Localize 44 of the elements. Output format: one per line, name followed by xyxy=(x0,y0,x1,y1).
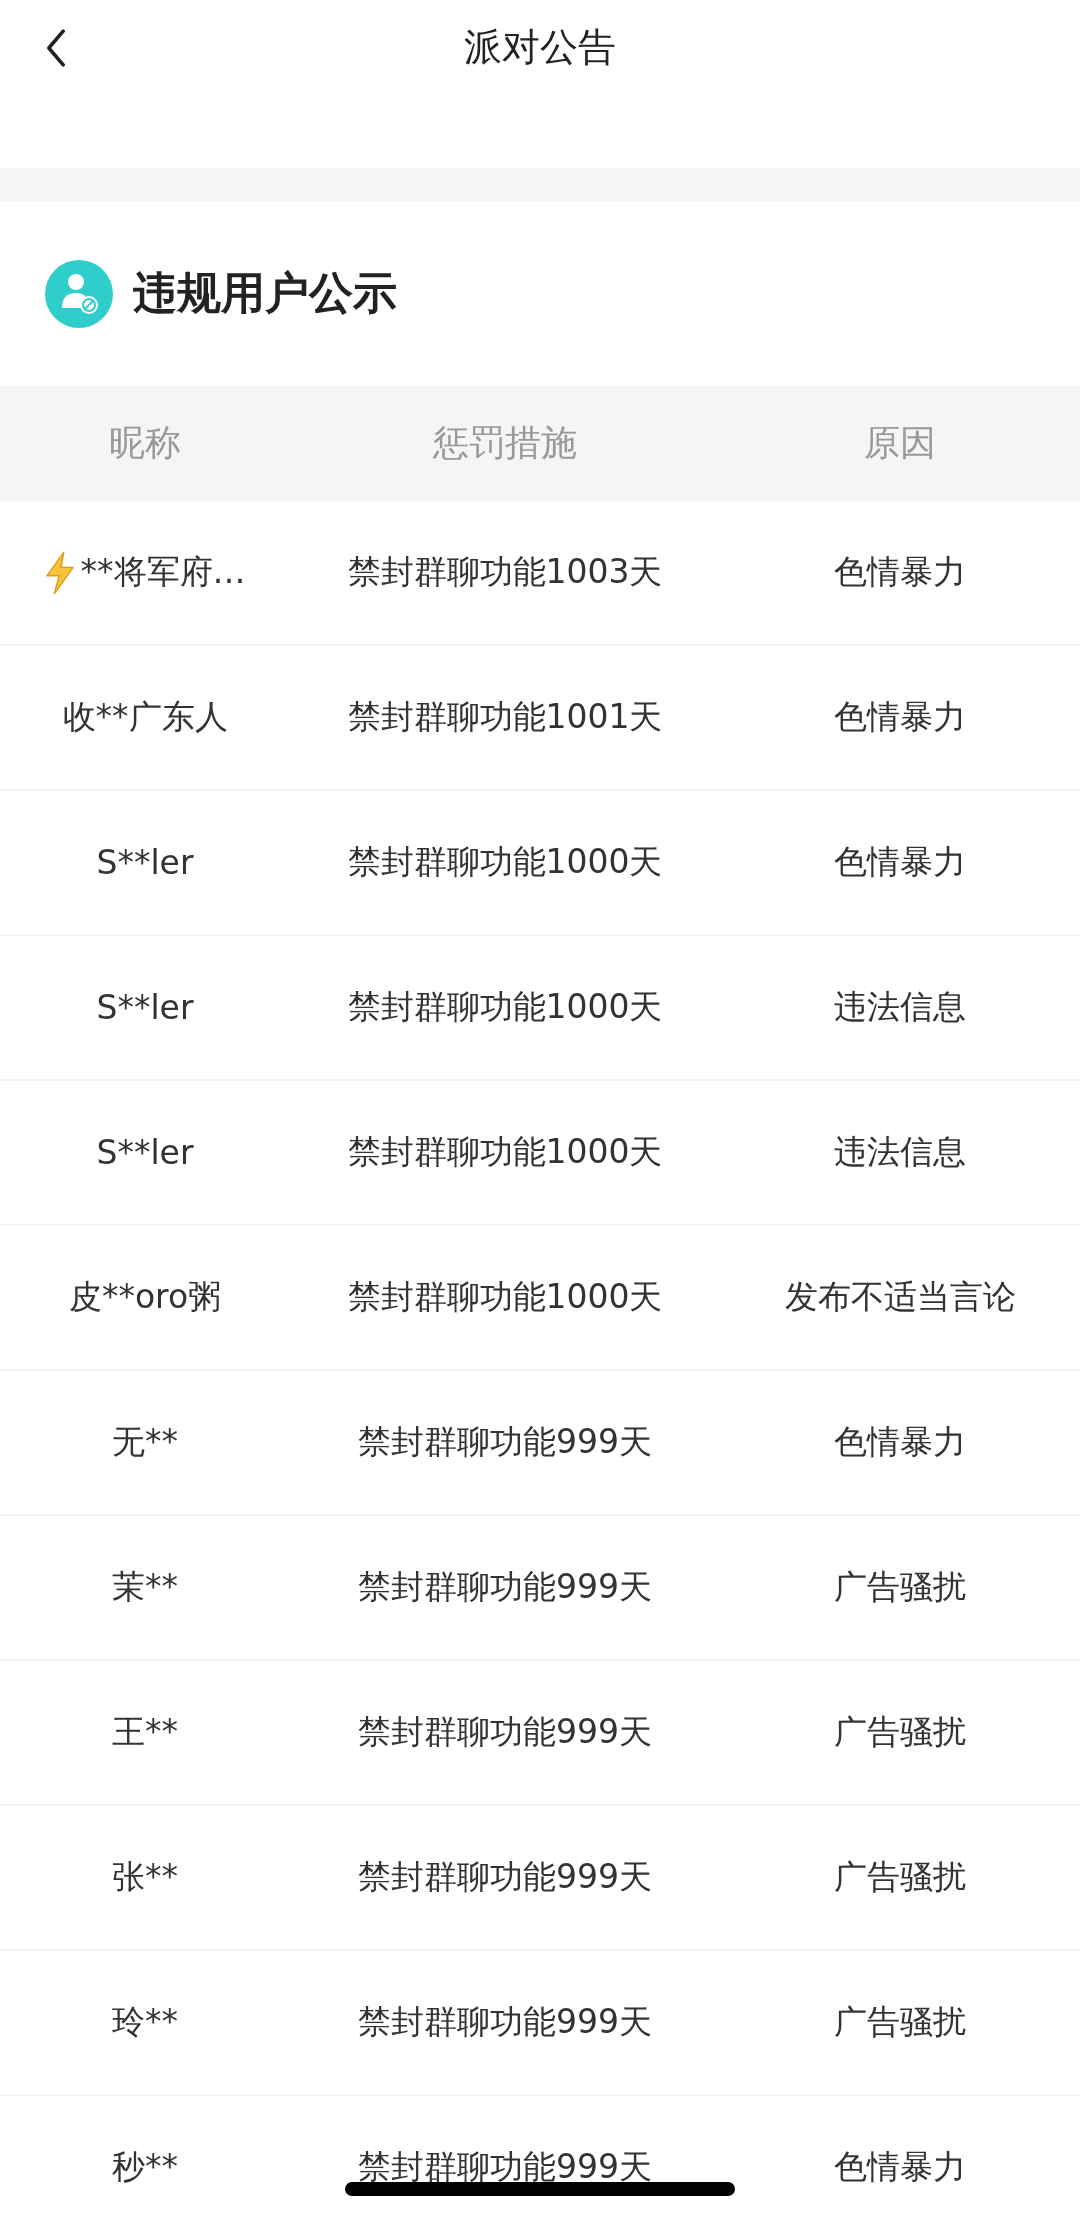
table-cell-text: 禁封群聊功能1000天 xyxy=(347,1131,663,1173)
table-cell-text: **将军府… xyxy=(80,551,246,593)
table-cell-text: 禁封群聊功能1001天 xyxy=(347,696,663,738)
table-cell-text: 色情暴力 xyxy=(834,1421,966,1463)
table-cell-text: 发布不适当言论 xyxy=(784,1276,1016,1318)
column-header: 原因 xyxy=(863,421,937,465)
lightning-icon xyxy=(44,550,75,595)
table-cell-text: 收**广东人 xyxy=(62,696,228,738)
table-cell-text: 禁封群聊功能1000天 xyxy=(347,1276,663,1318)
table-cell-text: 王** xyxy=(112,1711,178,1753)
table-cell-text: 广告骚扰 xyxy=(834,1856,966,1898)
page-title: 派对公告 xyxy=(464,24,616,71)
table-cell-text: 广告骚扰 xyxy=(834,1711,966,1753)
table-cell-text: 禁封群聊功能1003天 xyxy=(347,551,663,593)
table-cell-text: 违法信息 xyxy=(834,1131,966,1173)
table-cell-text: 广告骚扰 xyxy=(834,2001,966,2043)
table-cell-text: 广告骚扰 xyxy=(834,1566,966,1608)
table-cell-text: 禁封群聊功能999天 xyxy=(358,1711,652,1753)
table-cell-text: 色情暴力 xyxy=(834,696,966,738)
table-cell-text: 禁封群聊功能999天 xyxy=(358,2001,652,2043)
table-cell: S**ler xyxy=(96,1133,194,1172)
table-cell-text: 无** xyxy=(112,1421,178,1463)
table-cell: S**ler xyxy=(96,988,194,1027)
table-cell-text: 禁封群聊功能999天 xyxy=(358,1566,652,1608)
table-cell: S**ler xyxy=(96,843,194,882)
table-cell-text: 玲** xyxy=(112,2001,178,2043)
table-cell-text: 禁封群聊功能999天 xyxy=(358,1856,652,1898)
table-cell-text: 茉** xyxy=(112,1566,178,1608)
back-icon[interactable] xyxy=(44,28,68,68)
table-cell-text: 禁封群聊功能1000天 xyxy=(347,841,663,883)
table-cell-text: 色情暴力 xyxy=(834,2146,966,2188)
column-header: 惩罚措施 xyxy=(432,421,578,465)
column-header: 昵称 xyxy=(108,421,182,465)
table-cell-text: 张** xyxy=(112,1856,178,1898)
user-ban-icon xyxy=(45,259,113,328)
table-cell-text: 禁封群聊功能999天 xyxy=(358,1421,652,1463)
table-cell-text: 秒** xyxy=(112,2146,178,2188)
table-cell-text: 色情暴力 xyxy=(834,841,966,883)
table-cell-text: 皮**oro粥 xyxy=(68,1276,222,1318)
table-cell-text: 禁封群聊功能999天 xyxy=(358,2146,652,2188)
table-cell-text: 色情暴力 xyxy=(834,551,966,593)
table-cell-text: 违法信息 xyxy=(834,986,966,1028)
table-cell-text: 禁封群聊功能1000天 xyxy=(347,986,663,1028)
section-title: 违规用户公示 xyxy=(133,266,397,320)
